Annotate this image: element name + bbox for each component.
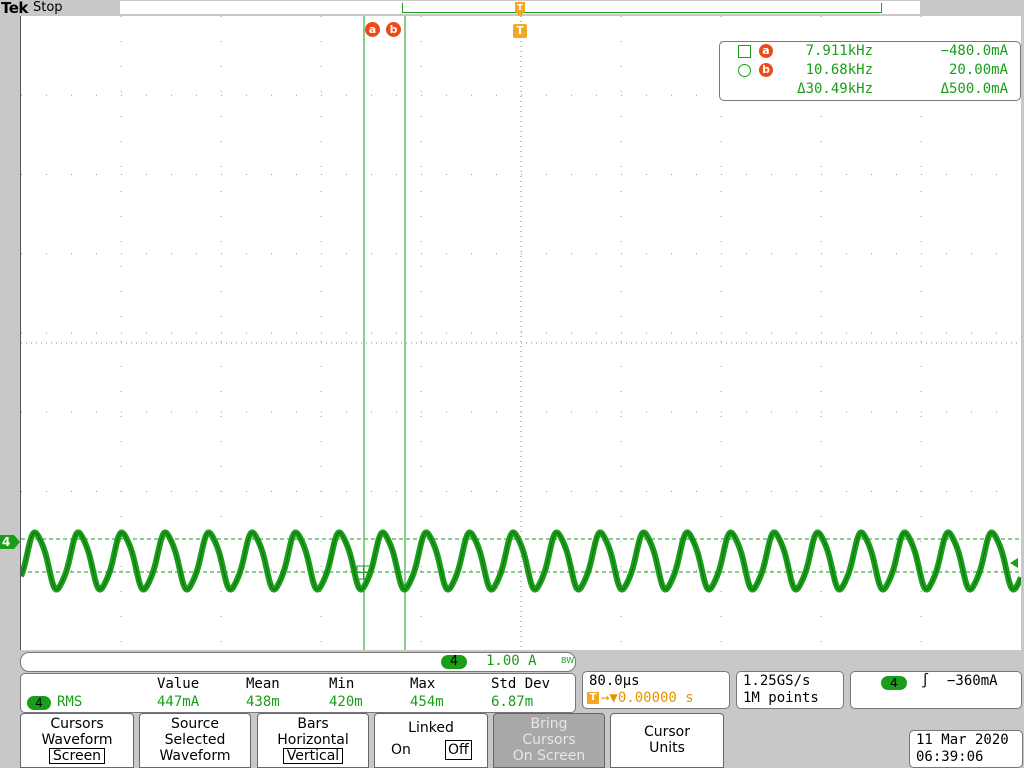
bars-label: Bars <box>297 716 329 732</box>
cursor-units-button[interactable]: Cursor Units <box>610 713 724 768</box>
meas-header-value: Value <box>157 676 200 692</box>
cursor-a-marker[interactable]: a <box>365 22 380 37</box>
cursor-units-line2: Units <box>649 740 685 756</box>
bars-button[interactable]: Bars Horizontal Vertical <box>257 713 369 768</box>
source-button[interactable]: Source Selected Waveform <box>139 713 251 768</box>
meas-header-max: Max <box>410 676 436 692</box>
trigger-t-icon: T <box>587 692 599 704</box>
linked-off-option: Off <box>445 740 472 760</box>
svg-text:T: T <box>517 3 523 12</box>
brand-logo: Tek <box>1 0 28 17</box>
cursor-b-badge: b <box>759 63 773 77</box>
graticule <box>21 16 1021 650</box>
trigger-channel-badge: 4 <box>881 676 907 690</box>
cursor-a-freq: 7.911kHz <box>805 43 873 59</box>
bring-cursors-on-screen-button[interactable]: Bring Cursors On Screen <box>493 713 605 768</box>
linked-label: Linked <box>408 720 454 736</box>
meas-channel-badge: 4 <box>27 696 51 710</box>
source-label: Source <box>170 716 220 732</box>
date-time-display: 11 Mar 2020 06:39:06 <box>909 730 1023 768</box>
meas-min: 420m <box>329 694 363 710</box>
date: 11 Mar 2020 <box>916 732 1009 748</box>
square-icon <box>738 45 751 58</box>
meas-mean: 438m <box>246 694 280 710</box>
measurement-panel[interactable]: Value Mean Min Max Std Dev 4 RMS 447mA 4… <box>20 673 576 713</box>
cursor-a-badge: a <box>759 44 773 58</box>
record-length: 1M points <box>743 690 819 706</box>
bandwidth-limit-icon: BW <box>561 656 575 665</box>
linked-on-option: On <box>391 742 411 758</box>
time-per-div: 80.0μs <box>589 673 640 689</box>
channel-scale-bar[interactable]: 4 1.00 A BW <box>20 652 576 672</box>
meas-max: 454m <box>410 694 444 710</box>
meas-header-mean: Mean <box>246 676 280 692</box>
cursor-readout: a 7.911kHz −480.0mA b 10.68kHz 20.00mA Δ… <box>719 41 1021 101</box>
meas-header-stddev: Std Dev <box>491 676 551 692</box>
waveform-display[interactable] <box>20 16 1021 650</box>
cursors-label: Cursors <box>50 716 104 732</box>
delta-amp: Δ500.0mA <box>940 81 1008 97</box>
cursor-b-freq: 10.68kHz <box>805 62 873 78</box>
cursor-a-readout: a 7.911kHz −480.0mA <box>720 43 1020 61</box>
linked-button[interactable]: Linked On Off <box>374 713 488 768</box>
cursor-b-amp: 20.00mA <box>948 62 1008 78</box>
cursor-b-marker[interactable]: b <box>386 22 401 37</box>
horizontal-position: →▼0.00000 s <box>601 690 694 706</box>
status-bar: Tek Stop <box>0 0 1024 17</box>
cursors-screen-option: Screen <box>48 748 106 764</box>
meas-stddev: 6.87m <box>491 694 534 710</box>
trigger-marker[interactable]: T <box>513 24 527 38</box>
trigger-level: −360mA <box>947 673 998 689</box>
channel-4-badge: 4 <box>441 655 467 669</box>
bring-label: Bring <box>530 716 568 732</box>
cursor-b-readout: b 10.68kHz 20.00mA <box>720 62 1020 80</box>
meas-header-min: Min <box>329 676 355 692</box>
cursors-mode-button[interactable]: Cursors Waveform Screen <box>20 713 134 768</box>
circle-icon <box>738 64 751 77</box>
channel-scale: 1.00 A <box>486 653 537 669</box>
meas-value: 447mA <box>157 694 200 710</box>
bring-line3: On Screen <box>512 748 586 764</box>
cursor-a-amp: −480.0mA <box>940 43 1008 59</box>
cursor-units-label: Cursor <box>643 724 691 740</box>
bars-horizontal-option: Horizontal <box>277 732 349 748</box>
channel-4-ground-marker[interactable]: 4 <box>0 535 20 549</box>
run-state: Stop <box>33 0 63 15</box>
record-view-window <box>402 3 882 13</box>
cursor-delta-readout: Δ30.49kHz Δ500.0mA <box>720 81 1020 99</box>
trigger-panel[interactable]: 4 ∫ −360mA <box>850 671 1022 709</box>
trigger-slope-icon: ∫ <box>921 673 930 689</box>
sample-rate: 1.25GS/s <box>743 673 811 689</box>
time: 06:39:06 <box>916 749 984 765</box>
bring-line2: Cursors <box>522 732 576 748</box>
meas-name: RMS <box>57 694 83 710</box>
cursors-waveform-option: Waveform <box>41 732 113 748</box>
delta-freq: Δ30.49kHz <box>797 81 873 97</box>
horizontal-panel[interactable]: 80.0μs T →▼0.00000 s <box>582 671 730 709</box>
source-line2: Selected <box>164 732 226 748</box>
acquisition-panel[interactable]: 1.25GS/s 1M points <box>736 671 844 709</box>
trigger-level-arrow-icon <box>1010 558 1018 568</box>
bars-vertical-option: Vertical <box>282 748 344 764</box>
source-line3: Waveform <box>159 748 231 764</box>
